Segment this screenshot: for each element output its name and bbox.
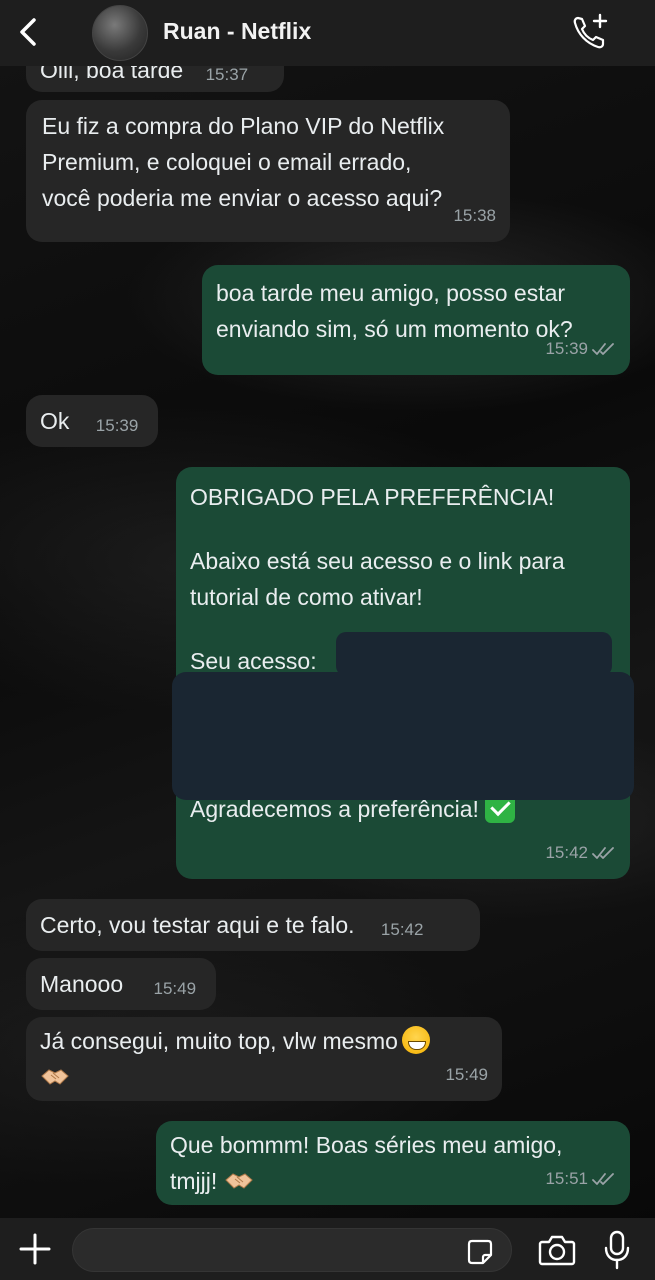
message-text: Que bommm! Boas séries meu amigo, [170,1132,563,1158]
chat-header: Ruan - Netflix [0,0,655,66]
message-outgoing[interactable]: Que bommm! Boas séries meu amigo, tmjjj!… [156,1121,630,1205]
message-text-wrap: Já consegui, muito top, vlw mesmo [40,1023,488,1059]
message-time: 15:51 [545,1169,588,1188]
message-status: 15:51 [545,1161,616,1197]
sticker-icon[interactable] [466,1238,494,1266]
message-time: 15:42 [545,843,588,862]
message-input[interactable] [72,1228,512,1272]
message-text: OBRIGADO PELA PREFERÊNCIA! [190,484,555,510]
microphone-icon[interactable] [604,1230,630,1270]
message-incoming[interactable]: Já consegui, muito top, vlw mesmo 15:49 [26,1017,502,1101]
handshake-emoji-icon [224,1173,253,1189]
message-text: você poderia me enviar o acesso aqui? [42,185,443,211]
message-text: Ok [40,408,70,434]
message-time: 15:39 [95,416,139,435]
message-time: 15:39 [545,339,588,358]
chevron-left-icon[interactable] [14,14,44,50]
handshake-emoji-icon [41,1069,69,1085]
message-time: 15:49 [445,1065,488,1084]
double-check-icon [592,1173,614,1185]
redacted-credentials [172,672,634,800]
message-text: boa tarde meu amigo, posso estar [216,280,566,306]
message-text: tutorial de como ativar! [190,584,423,610]
message-outgoing[interactable]: boa tarde meu amigo, posso estar enviand… [202,265,630,375]
message-time: 15:49 [153,979,197,998]
message-status: 15:42 [545,835,616,871]
message-status: 15:39 [545,331,616,367]
contact-name[interactable]: Ruan - Netflix [163,18,311,45]
message-text: Manooo [40,971,124,997]
message-text: Abaixo está seu acesso e o link para [190,548,565,574]
message-text: Já consegui, muito top, vlw mesmo [40,1028,398,1054]
message-time: 15:42 [380,920,424,939]
double-check-icon [592,847,614,859]
plus-icon[interactable] [18,1232,52,1266]
message-text: Certo, vou testar aqui e te falo. [40,912,355,938]
camera-icon[interactable] [538,1234,576,1266]
message-incoming[interactable]: Ok 15:39 [26,395,158,447]
avatar[interactable] [92,5,148,61]
message-text: Eu fiz a compra do Plano VIP do Netflix [42,113,445,139]
message-time: 15:38 [453,206,496,225]
double-check-icon [592,343,614,355]
phone-plus-icon[interactable] [570,12,610,52]
message-incoming[interactable]: Eu fiz a compra do Plano VIP do Netflix … [26,100,510,242]
grinning-face-emoji-icon [401,1026,430,1054]
composer-bar [0,1218,655,1280]
message-text: Premium, e coloquei o email errado, [42,149,412,175]
message-incoming[interactable]: Manooo 15:49 [26,958,216,1010]
redacted-credentials [336,632,612,676]
message-incoming[interactable]: Certo, vou testar aqui e te falo. 15:42 [26,899,480,951]
message-text: tmjjj! [170,1168,218,1194]
